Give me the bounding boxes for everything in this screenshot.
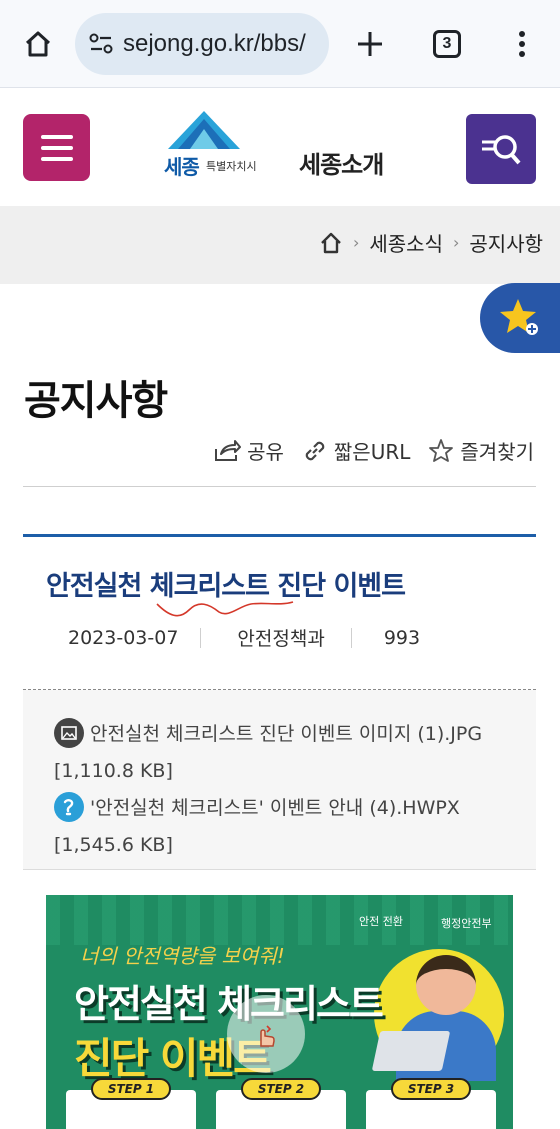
home-button[interactable] <box>18 24 58 64</box>
breadcrumb-item-news[interactable]: 세종소식 <box>369 228 443 257</box>
browser-menu-button[interactable] <box>505 24 539 64</box>
search-icon <box>482 135 521 165</box>
laptop-icon <box>371 1031 451 1071</box>
section-title: 세종소개 <box>299 151 384 179</box>
sejong-mountain-icon <box>168 111 240 149</box>
short-url-label: 짧은URL <box>333 440 411 464</box>
breadcrumb-item-notice[interactable]: 공지사항 <box>469 228 543 257</box>
page-title: 공지사항 <box>24 378 168 424</box>
home-icon <box>25 31 51 57</box>
post-department: 안전정책과 <box>237 628 325 650</box>
search-button[interactable] <box>466 114 536 184</box>
attachment-item[interactable]: '안전실천 체크리스트' 이벤트 안내 (4).HWPX [1,545.6 KB… <box>54 790 516 864</box>
attachment-item[interactable]: 안전실천 체크리스트 진단 이벤트 이미지 (1).JPG [1,110.8 K… <box>54 716 516 790</box>
step-card: STEP 3 <box>366 1078 496 1129</box>
step-card: STEP 1 <box>66 1078 196 1129</box>
site-settings-icon[interactable] <box>89 33 113 55</box>
attachments: 안전실천 체크리스트 진단 이벤트 이미지 (1).JPG [1,110.8 K… <box>23 690 536 870</box>
share-icon <box>215 439 242 461</box>
poster-badge-safety: 안전 전환 <box>359 915 403 928</box>
attachment-link[interactable]: 안전실천 체크리스트 진단 이벤트 이미지 (1).JPG [1,110.8 K… <box>54 723 482 782</box>
logo-subtitle: 특별자치시 <box>206 160 257 173</box>
breadcrumb-separator-icon: › <box>352 233 360 252</box>
divider <box>23 486 536 487</box>
red-underline-mark <box>156 601 294 617</box>
quick-favorite-button[interactable] <box>480 283 560 353</box>
post-meta: 2023-03-07 안전정책과 993 <box>46 624 516 651</box>
poster-slogan: 너의 안전역량을 보여줘! <box>80 944 285 968</box>
new-tab-button[interactable] <box>350 24 390 64</box>
post-date: 2023-03-07 <box>68 626 179 649</box>
logo-city-name: 세종 <box>164 155 200 179</box>
hamburger-icon-line <box>40 134 73 139</box>
hwp-file-icon <box>54 791 84 822</box>
poster-person-head <box>416 955 476 1015</box>
page-tools: 공유 짧은URL 즐겨찾기 <box>213 436 534 465</box>
address-bar[interactable]: sejong.go.kr/bbs/ <box>75 13 329 75</box>
step-label: STEP 2 <box>241 1078 321 1100</box>
star-add-icon <box>500 299 538 335</box>
share-button[interactable]: 공유 <box>213 436 284 465</box>
hamburger-icon-line <box>40 145 73 150</box>
short-url-button[interactable]: 짧은URL <box>302 436 410 465</box>
step-label: STEP 3 <box>391 1078 471 1100</box>
tab-count: 3 <box>442 35 452 52</box>
home-icon[interactable] <box>319 231 343 255</box>
step-card: STEP 2 <box>216 1078 346 1129</box>
bookmark-label: 즐겨찾기 <box>460 440 534 464</box>
post-top-border <box>23 534 536 537</box>
browser-toolbar: sejong.go.kr/bbs/ 3 <box>0 0 560 88</box>
step-label: STEP 1 <box>91 1078 171 1100</box>
star-outline-icon <box>429 438 454 462</box>
hand-pointer-icon <box>260 1025 275 1047</box>
site-header: 세종 특별자치시 세종소개 <box>0 89 560 206</box>
menu-button[interactable] <box>23 114 90 181</box>
share-label: 공유 <box>247 440 284 464</box>
plus-icon <box>358 32 382 56</box>
post-views: 993 <box>383 626 421 649</box>
poster-badge-ministry: 행정안전부 <box>441 917 492 930</box>
attachment-link[interactable]: '안전실천 체크리스트' 이벤트 안내 (4).HWPX [1,545.6 KB… <box>54 797 460 856</box>
more-vert-icon <box>519 31 525 57</box>
poster-headline-1: 안전실천 체크리스트 <box>74 982 384 1026</box>
breadcrumb: › 세종소식 › 공지사항 <box>0 206 560 284</box>
link-icon <box>305 441 325 460</box>
breadcrumb-separator-icon: › <box>452 233 460 252</box>
poster-steps: STEP 1 STEP 2 STEP 3 <box>66 1078 496 1129</box>
url-text: sejong.go.kr/bbs/ <box>123 30 306 57</box>
image-file-icon <box>54 717 84 748</box>
sejong-logo[interactable]: 세종 특별자치시 세종소개 <box>164 109 404 185</box>
tab-switcher-button[interactable]: 3 <box>433 30 461 58</box>
hamburger-icon-line <box>40 156 73 161</box>
bookmark-button[interactable]: 즐겨찾기 <box>428 436 534 465</box>
